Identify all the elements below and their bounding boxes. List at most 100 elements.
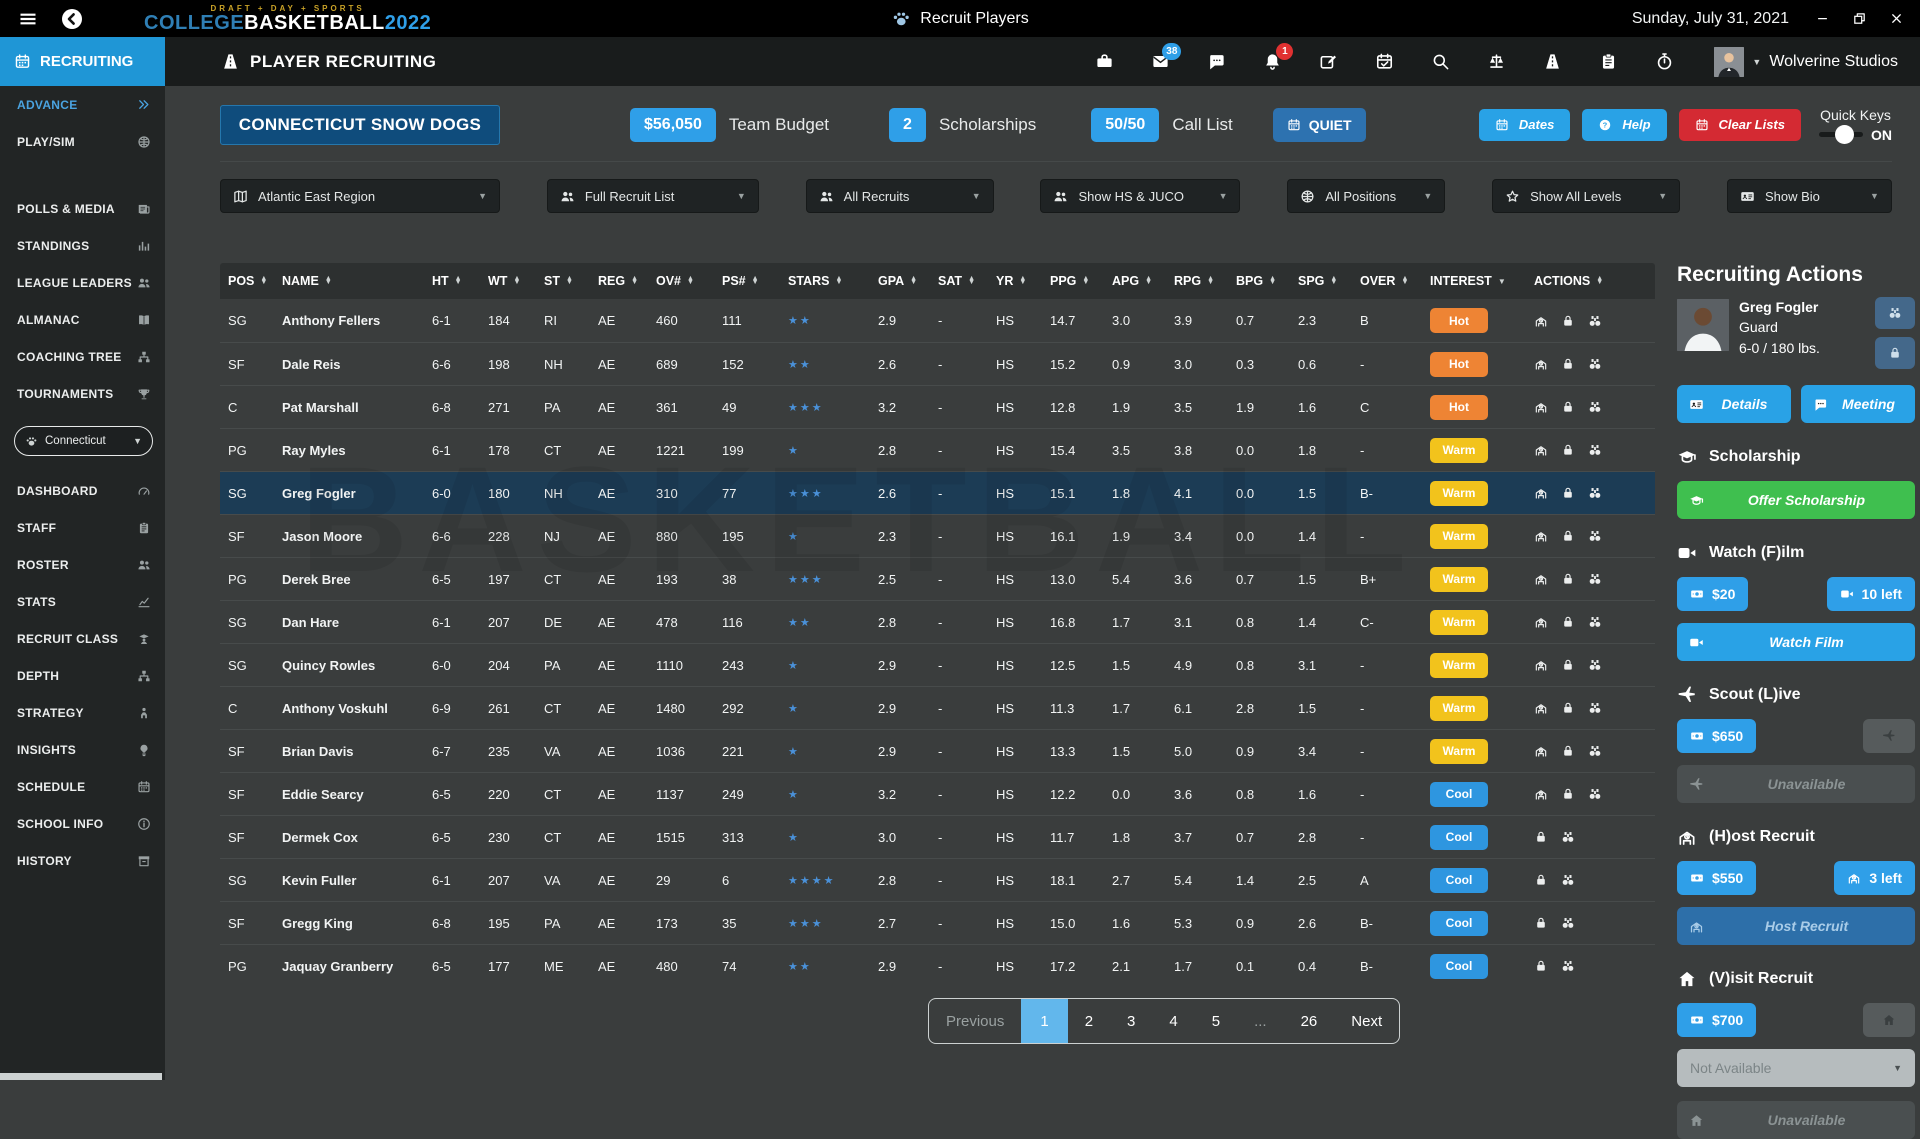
previous-page-button[interactable]: Previous [929,999,1021,1043]
binoculars-icon[interactable] [1588,701,1602,715]
binoculars-icon[interactable] [1588,443,1602,457]
column-header-ht[interactable]: HT▲▼ [424,274,480,288]
page-button-3[interactable]: 3 [1110,999,1152,1043]
sidebar-item-dashboard[interactable]: DASHBOARD [0,472,165,509]
host-icon[interactable] [1534,787,1548,801]
binoculars-icon[interactable] [1588,357,1602,371]
column-header-ppg[interactable]: PPG▲▼ [1042,274,1104,288]
table-row[interactable]: SFJason Moore6-6228NJAE880195★2.3-HS16.1… [220,514,1655,557]
page-button-26[interactable]: 26 [1284,999,1335,1043]
lock-icon[interactable] [1561,486,1575,500]
host-icon[interactable] [1534,443,1548,457]
scout-unavailable-button[interactable]: Unavailable [1677,765,1915,803]
lock-icon[interactable] [1534,916,1548,930]
binoculars-icon[interactable] [1588,314,1602,328]
binoculars-icon[interactable] [1588,486,1602,500]
binoculars-icon[interactable] [1561,873,1575,887]
lock-mini-button[interactable] [1875,337,1915,369]
column-header-yr[interactable]: YR▲▼ [988,274,1042,288]
sidebar-item-coaching-tree[interactable]: COACHING TREE [0,338,165,375]
host-icon[interactable] [1534,658,1548,672]
lock-icon[interactable] [1561,314,1575,328]
page-button-4[interactable]: 4 [1152,999,1194,1043]
filter-all-recruits[interactable]: All Recruits▼ [806,179,994,213]
table-row[interactable]: SGGreg Fogler6-0180NHAE31077★★★2.6-HS15.… [220,471,1655,514]
quiet-button[interactable]: QUIET [1273,108,1366,142]
details-button[interactable]: Details [1677,385,1791,423]
lock-icon[interactable] [1561,701,1575,715]
host-icon[interactable] [1534,529,1548,543]
lock-icon[interactable] [1561,400,1575,414]
column-header-reg[interactable]: REG▲▼ [590,274,648,288]
sidebar-item-polls-media[interactable]: POLLS & MEDIA [0,190,165,227]
binoculars-icon[interactable] [1588,744,1602,758]
search-icon[interactable] [1431,52,1450,71]
column-header-stars[interactable]: STARS▲▼ [780,274,870,288]
binoculars-icon[interactable] [1588,572,1602,586]
sidebar-item-schedule[interactable]: SCHEDULE [0,768,165,805]
table-row[interactable]: CAnthony Voskuhl6-9261CTAE1480292★2.9-HS… [220,686,1655,729]
lock-icon[interactable] [1561,443,1575,457]
next-page-button[interactable]: Next [1334,999,1399,1043]
lock-icon[interactable] [1534,959,1548,973]
mail-icon[interactable]: 38 [1151,52,1170,71]
column-header-actions[interactable]: ACTIONS▲▼ [1526,274,1655,288]
filter-show-all-levels[interactable]: Show All Levels▼ [1492,179,1680,213]
host-icon[interactable] [1534,400,1548,414]
table-row[interactable]: PGDerek Bree6-5197CTAE19338★★★2.5-HS13.0… [220,557,1655,600]
filter-show-bio[interactable]: Show Bio▼ [1727,179,1892,213]
filter-atlantic-east-region[interactable]: Atlantic East Region▼ [220,179,500,213]
column-header-ps[interactable]: PS#▲▼ [714,274,780,288]
lock-icon[interactable] [1561,744,1575,758]
chat-icon[interactable] [1207,52,1226,71]
host-icon[interactable] [1534,744,1548,758]
team-select[interactable]: Connecticut▼ [14,426,153,456]
lock-icon[interactable] [1534,873,1548,887]
column-header-over[interactable]: OVER▲▼ [1352,274,1422,288]
column-header-interest[interactable]: INTEREST▼ [1422,274,1526,288]
sidebar-item-tournaments[interactable]: TOURNAMENTS [0,375,165,412]
binoculars-icon[interactable] [1561,916,1575,930]
scales-icon[interactable] [1487,52,1506,71]
table-row[interactable]: SGDan Hare6-1207DEAE478116★★2.8-HS16.81.… [220,600,1655,643]
binoculars-icon[interactable] [1588,400,1602,414]
host-icon[interactable] [1534,486,1548,500]
sidebar-item-depth[interactable]: DEPTH [0,657,165,694]
column-header-spg[interactable]: SPG▲▼ [1290,274,1352,288]
column-header-bpg[interactable]: BPG▲▼ [1228,274,1290,288]
edit-icon[interactable] [1319,52,1338,71]
sidebar-item-play-sim[interactable]: PLAY/SIM [0,123,165,160]
binoculars-icon[interactable] [1588,658,1602,672]
filter-show-hs-juco[interactable]: Show HS & JUCO▼ [1040,179,1240,213]
close-button[interactable] [1889,11,1904,26]
host-icon[interactable] [1534,357,1548,371]
binoculars-icon[interactable] [1588,529,1602,543]
stopwatch-icon[interactable] [1655,52,1674,71]
binoculars-icon[interactable] [1588,787,1602,801]
sidebar-item-history[interactable]: HISTORY [0,842,165,879]
host-icon[interactable] [1534,615,1548,629]
table-row[interactable]: PGJaquay Granberry6-5177MEAE48074★★2.9-H… [220,944,1655,987]
page-button-5[interactable]: 5 [1195,999,1237,1043]
visit-square-button[interactable] [1863,1003,1915,1037]
host-recruit-button[interactable]: Host Recruit [1677,907,1915,945]
column-header-ov[interactable]: OV#▲▼ [648,274,714,288]
column-header-st[interactable]: ST▲▼ [536,274,590,288]
binoculars-icon[interactable] [1561,959,1575,973]
calendar-check-icon[interactable] [1375,52,1394,71]
dates-button[interactable]: Dates [1479,109,1570,141]
lock-icon[interactable] [1561,572,1575,586]
sidebar-item-school-info[interactable]: SCHOOL INFO [0,805,165,842]
page-button-1[interactable]: 1 [1021,999,1067,1043]
sidebar-item-almanac[interactable]: ALMANAC [0,301,165,338]
sidebar-item-roster[interactable]: ROSTER [0,546,165,583]
sidebar-item-strategy[interactable]: STRATEGY [0,694,165,731]
bell-icon[interactable]: 1 [1263,52,1282,71]
binoculars-icon[interactable] [1588,615,1602,629]
sidebar-item-recruit-class[interactable]: RECRUIT CLASS [0,620,165,657]
page-button-2[interactable]: 2 [1068,999,1110,1043]
sidebar-item-league-leaders[interactable]: LEAGUE LEADERS [0,264,165,301]
lock-icon[interactable] [1561,357,1575,371]
visit-unavailable-button[interactable]: Unavailable [1677,1101,1915,1139]
table-row[interactable]: SGQuincy Rowles6-0204PAAE1110243★2.9-HS1… [220,643,1655,686]
